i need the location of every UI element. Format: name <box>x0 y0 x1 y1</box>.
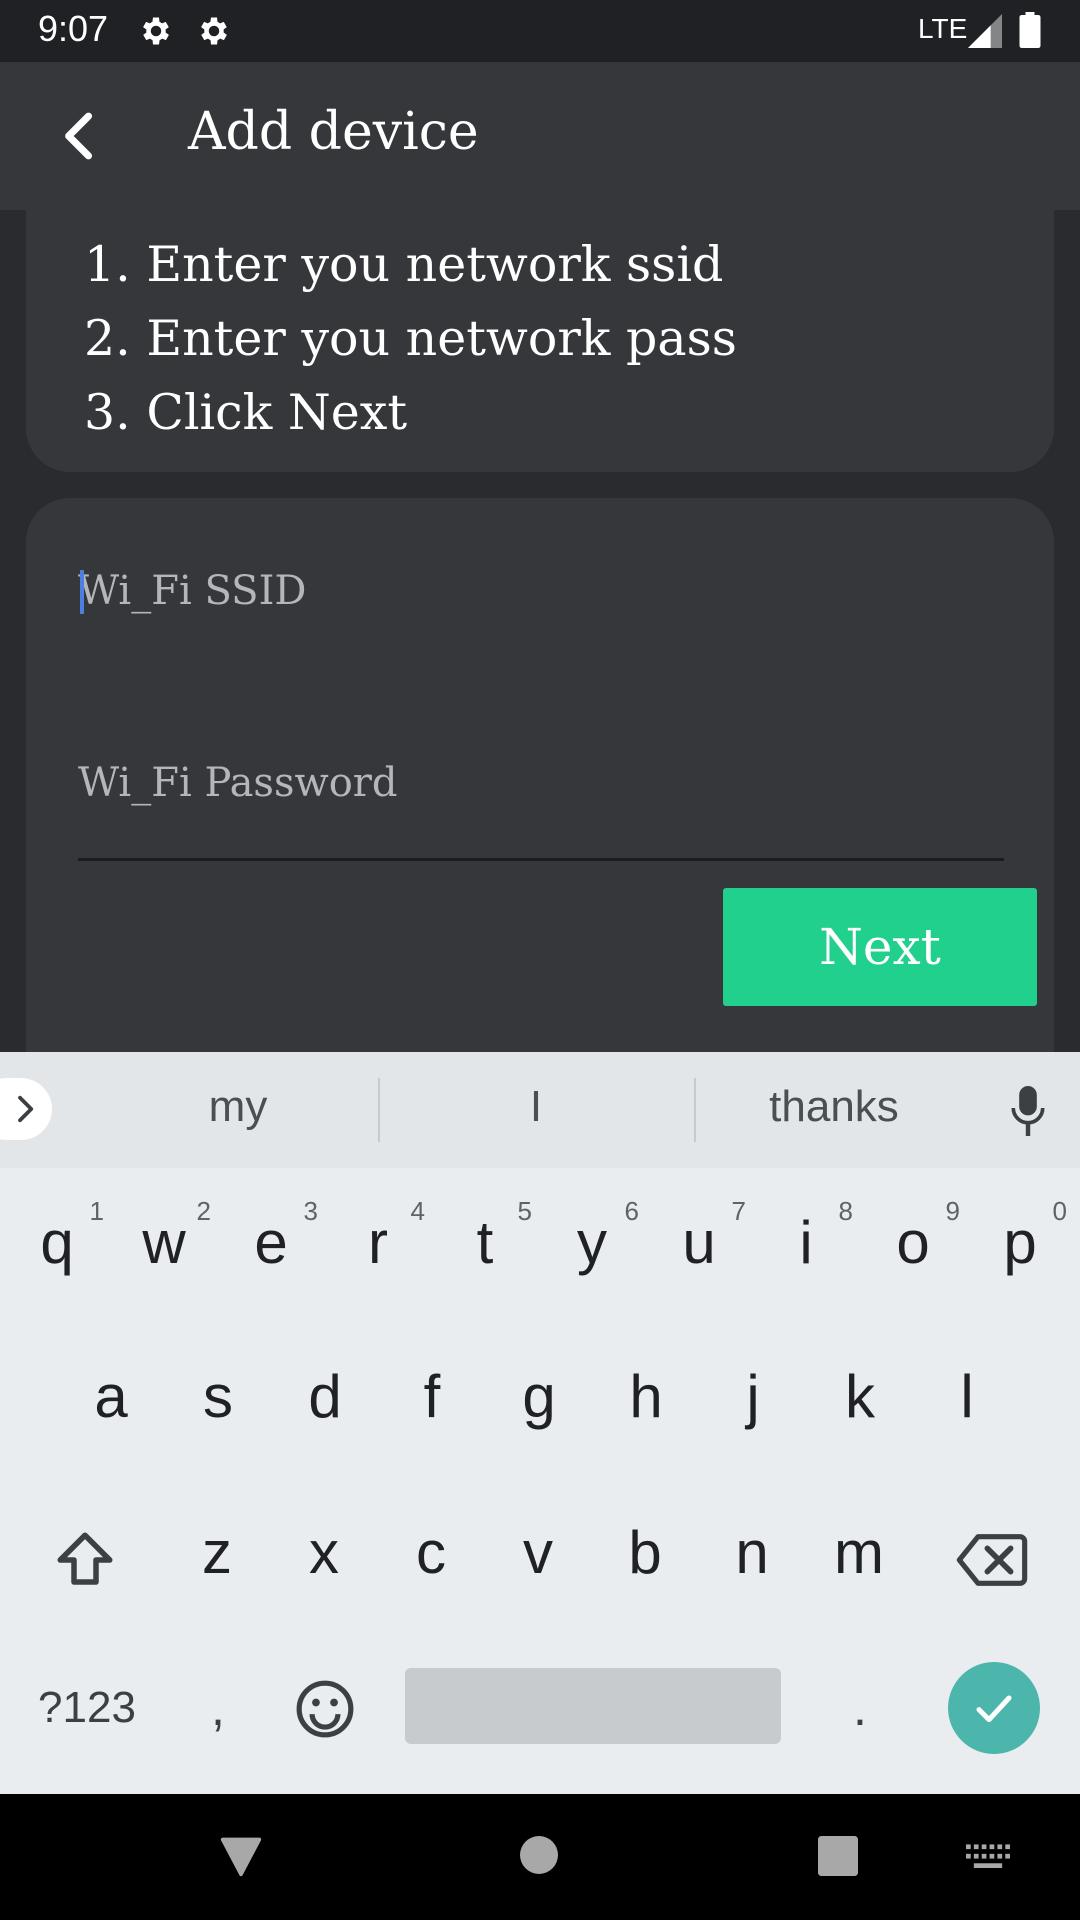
text-cursor <box>80 570 84 614</box>
password-placeholder: Wi_Fi Password <box>78 760 398 806</box>
suggestion-3[interactable]: thanks <box>734 1082 934 1132</box>
key-e[interactable]: e3 <box>218 1182 324 1302</box>
key-f[interactable]: f <box>379 1336 485 1456</box>
key-hint: 5 <box>517 1196 532 1226</box>
key-label: o <box>896 1208 930 1276</box>
key-label: e <box>254 1208 288 1276</box>
symbols-key[interactable]: ?123 <box>22 1658 152 1758</box>
key-label: p <box>1003 1208 1037 1276</box>
period-key[interactable]: . <box>820 1658 900 1758</box>
key-b[interactable]: b <box>592 1492 698 1612</box>
status-time: 9:07 <box>38 8 109 49</box>
space-key[interactable] <box>405 1668 781 1744</box>
key-k[interactable]: k <box>807 1336 913 1456</box>
ssid-placeholder: Wi_Fi SSID <box>78 568 307 614</box>
comma-key[interactable]: , <box>178 1658 258 1758</box>
battery-icon <box>1019 12 1041 48</box>
key-h[interactable]: h <box>593 1336 699 1456</box>
key-w[interactable]: w2 <box>111 1182 217 1302</box>
microphone-icon[interactable] <box>1010 1086 1046 1136</box>
recents-nav-icon[interactable] <box>818 1836 858 1876</box>
key-label: t <box>476 1208 494 1276</box>
instruction-step-1: 1. Enter you network ssid <box>84 236 724 293</box>
key-label: q <box>40 1208 74 1276</box>
key-j[interactable]: j <box>700 1336 806 1456</box>
suggestion-bar: my I thanks <box>0 1052 1080 1168</box>
emoji-key-icon[interactable] <box>294 1678 356 1740</box>
key-x[interactable]: x <box>271 1492 377 1612</box>
content-area: 1. Enter you network ssid 2. Enter you n… <box>0 210 1080 1052</box>
key-c[interactable]: c <box>378 1492 484 1612</box>
key-label: y <box>577 1208 607 1276</box>
backspace-key-icon[interactable] <box>956 1532 1028 1588</box>
key-t[interactable]: t5 <box>432 1182 538 1302</box>
key-z[interactable]: z <box>164 1492 270 1612</box>
key-hint: 1 <box>89 1196 104 1226</box>
navigation-bar <box>0 1794 1080 1920</box>
key-m[interactable]: m <box>806 1492 912 1612</box>
key-l[interactable]: l <box>914 1336 1020 1456</box>
expand-toolbar-button[interactable] <box>0 1078 52 1140</box>
key-s[interactable]: s <box>165 1336 271 1456</box>
key-hint: 4 <box>410 1196 425 1226</box>
instruction-step-2: 2. Enter you network pass <box>84 310 737 367</box>
key-hint: 6 <box>624 1196 639 1226</box>
password-input[interactable]: Wi_Fi Password <box>78 760 1004 861</box>
key-hint: 2 <box>196 1196 211 1226</box>
key-i[interactable]: i8 <box>753 1182 859 1302</box>
key-q[interactable]: q1 <box>4 1182 110 1302</box>
key-label: u <box>682 1208 716 1276</box>
key-a[interactable]: a <box>58 1336 164 1456</box>
key-hint: 8 <box>838 1196 853 1226</box>
keyboard-switch-icon[interactable] <box>966 1844 1010 1870</box>
suggestion-divider <box>378 1078 380 1142</box>
soft-keyboard: my I thanks ?123 , . q1w2e3r4t5y6u7i8o9p… <box>0 1052 1080 1794</box>
settings-notification-icon <box>143 17 169 45</box>
key-p[interactable]: p0 <box>967 1182 1073 1302</box>
chevron-right-icon <box>18 1095 34 1123</box>
enter-key[interactable] <box>948 1662 1040 1754</box>
signal-icon <box>968 14 1002 48</box>
instructions-card: 1. Enter you network ssid 2. Enter you n… <box>26 210 1054 472</box>
key-label: r <box>368 1208 388 1276</box>
key-label: i <box>799 1208 813 1276</box>
key-u[interactable]: u7 <box>646 1182 752 1302</box>
back-arrow-icon[interactable] <box>46 102 114 170</box>
settings-notification-icon <box>201 17 227 45</box>
key-g[interactable]: g <box>486 1336 592 1456</box>
key-n[interactable]: n <box>699 1492 805 1612</box>
checkmark-icon <box>976 1695 1012 1723</box>
suggestion-divider <box>694 1078 696 1142</box>
home-nav-icon[interactable] <box>520 1836 558 1874</box>
app-bar: Add device <box>0 62 1080 210</box>
key-y[interactable]: y6 <box>539 1182 645 1302</box>
ssid-input[interactable]: Wi_Fi SSID <box>78 568 1004 668</box>
key-d[interactable]: d <box>272 1336 378 1456</box>
key-hint: 7 <box>731 1196 746 1226</box>
page-title: Add device <box>188 102 479 162</box>
back-nav-icon[interactable] <box>218 1834 264 1878</box>
instruction-step-3: 3. Click Next <box>84 384 408 441</box>
key-r[interactable]: r4 <box>325 1182 431 1302</box>
next-button[interactable]: Next <box>723 888 1037 1006</box>
key-label: w <box>142 1208 186 1276</box>
key-v[interactable]: v <box>485 1492 591 1612</box>
suggestion-2[interactable]: I <box>436 1082 636 1132</box>
key-o[interactable]: o9 <box>860 1182 966 1302</box>
key-hint: 3 <box>303 1196 318 1226</box>
network-type-label: LTE <box>918 13 968 44</box>
shift-key-icon[interactable] <box>52 1527 118 1593</box>
suggestion-1[interactable]: my <box>138 1082 338 1132</box>
key-hint: 9 <box>945 1196 960 1226</box>
status-bar: 9:07 LTE <box>0 0 1080 62</box>
wifi-form-card: Wi_Fi SSID Wi_Fi Password Next <box>26 498 1054 1052</box>
key-hint: 0 <box>1052 1196 1067 1226</box>
